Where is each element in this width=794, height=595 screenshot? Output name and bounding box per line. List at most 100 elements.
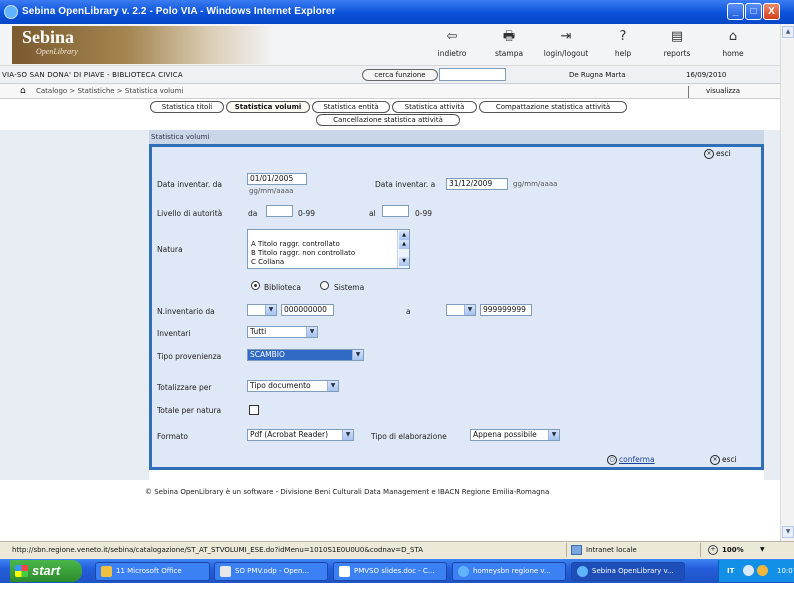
esci-top-button[interactable]: × esci <box>704 149 731 159</box>
divider <box>700 543 701 557</box>
close-button[interactable]: X <box>763 3 780 20</box>
radio-biblioteca[interactable] <box>251 281 260 290</box>
scroll-up-icon[interactable]: ▲ <box>399 240 409 249</box>
exit-icon: × <box>704 149 714 159</box>
totalizzare-select[interactable]: Tipo documento ▼ <box>247 380 339 392</box>
tipo-elaborazione-select[interactable]: Appena possibile ▼ <box>470 429 560 441</box>
footer-copyright: © Sebina OpenLibrary è un software - Div… <box>145 488 550 496</box>
status-url: http://sbn.regione.veneto.it/sebina/cata… <box>12 546 424 554</box>
tab-statistica-titoli[interactable]: Statistica titoli <box>150 101 224 113</box>
data-inv-da-hint: gg/mm/aaaa <box>249 187 294 195</box>
natura-scrollbar[interactable]: ▲ ▲ ▼ <box>397 230 409 268</box>
livello-a-label: al <box>369 209 376 218</box>
taskbar-item-impress[interactable]: SO PMV.odp - Open... <box>214 562 328 581</box>
intranet-icon <box>571 545 582 555</box>
formato-label: Formato <box>157 432 189 441</box>
maximize-button[interactable]: □ <box>745 3 762 20</box>
n-inventario-a-label: a <box>406 307 411 316</box>
livello-autorita-label: Livello di autorità <box>157 209 223 218</box>
zoom-level[interactable]: 100% <box>722 546 744 554</box>
chevron-down-icon: ▼ <box>342 430 353 440</box>
taskbar-item-browser-2[interactable]: Sebina OpenLibrary v... <box>571 562 685 581</box>
esci-bottom-button[interactable]: × esci <box>710 455 737 465</box>
document-icon <box>339 566 350 577</box>
scroll-down-icon[interactable]: ▼ <box>399 257 409 266</box>
taskbar-item-writer[interactable]: PMVSO slides.doc - C... <box>333 562 447 581</box>
tab-compattazione-statistica[interactable]: Compattazione statistica attività <box>479 101 627 113</box>
help-icon: ? <box>619 29 627 44</box>
livello-da-input[interactable] <box>266 205 293 217</box>
network-icon[interactable] <box>743 565 754 576</box>
taskbar-item-office[interactable]: 11 Microsoft Office <box>95 562 210 581</box>
system-tray: IT 10:07 <box>718 560 794 582</box>
natura-option[interactable]: C Collana <box>251 258 284 266</box>
search-function-button[interactable]: cerca funzione <box>362 69 438 81</box>
exit-icon: × <box>710 455 720 465</box>
home-icon[interactable]: ⌂ <box>20 86 31 96</box>
toolbar-home-button[interactable]: ⌂ home <box>703 29 763 59</box>
toolbar-print-button[interactable]: 🖶 stampa <box>479 29 539 59</box>
inventari-select[interactable]: Tutti ▼ <box>247 326 318 338</box>
right-side-column <box>764 130 780 480</box>
page-scrollbar[interactable]: ▲ ▼ <box>780 24 794 541</box>
natura-option[interactable]: B Titolo raggr. non controllato <box>251 249 355 257</box>
data-inv-a-hint: gg/mm/aaaa <box>513 180 558 188</box>
chevron-down-icon: ▼ <box>464 305 475 315</box>
natura-label: Natura <box>157 245 183 254</box>
serie-a-select[interactable]: ▼ <box>446 304 476 316</box>
taskbar-item-browser-1[interactable]: homeysbn regione v... <box>452 562 566 581</box>
tab-statistica-volumi[interactable]: Statistica volumi <box>226 101 310 113</box>
formato-select[interactable]: Pdf (Acrobat Reader) ▼ <box>247 429 354 441</box>
security-zone: Intranet locale <box>586 546 637 554</box>
serie-da-select[interactable]: ▼ <box>247 304 277 316</box>
window-title-bar[interactable]: Sebina OpenLibrary v. 2.2 - Polo VIA - W… <box>0 0 794 24</box>
zoom-icon[interactable]: + <box>708 545 718 555</box>
scroll-down-icon[interactable]: ▼ <box>782 526 794 538</box>
report-icon: ▤ <box>670 29 684 44</box>
data-inv-a-input[interactable]: 31/12/2009 <box>446 178 508 190</box>
n-inventario-a-input[interactable]: 999999999 <box>480 304 532 316</box>
scroll-up-icon[interactable]: ▲ <box>782 26 794 38</box>
tab-statistica-entita[interactable]: Statistica entità <box>312 101 390 113</box>
toolbar-help-button[interactable]: ? help <box>593 29 653 59</box>
update-icon[interactable] <box>757 565 768 576</box>
internet-explorer-icon <box>577 566 588 577</box>
tipo-provenienza-label: Tipo provenienza <box>157 352 222 361</box>
toolbar-login-button[interactable]: ⇥ login/logout <box>536 29 596 59</box>
chevron-down-icon: ▼ <box>548 430 559 440</box>
natura-listbox[interactable]: A Titolo raggr. controllato B Titolo rag… <box>247 229 410 269</box>
chevron-down-icon: ▼ <box>265 305 276 315</box>
login-icon: ⇥ <box>560 29 572 44</box>
internet-explorer-icon <box>458 566 469 577</box>
tab-statistica-attivita[interactable]: Statistica attività <box>392 101 477 113</box>
scroll-up-icon[interactable]: ▲ <box>399 231 409 240</box>
home-icon: ⌂ <box>728 29 738 44</box>
radio-sistema[interactable] <box>320 281 329 290</box>
office-icon <box>101 566 112 577</box>
chevron-down-icon[interactable]: ▼ <box>760 546 765 553</box>
breadcrumb[interactable]: Catalogo > Statistiche > Statistica volu… <box>36 87 183 95</box>
conferma-button[interactable]: ○ conferma <box>607 455 655 465</box>
totalizzare-label: Totalizzare per <box>157 383 212 392</box>
natura-option[interactable]: A Titolo raggr. controllato <box>251 240 340 248</box>
radio-sistema-label: Sistema <box>334 283 365 292</box>
toolbar-reports-button[interactable]: ▤ reports <box>647 29 707 59</box>
windows-logo-icon <box>15 565 28 577</box>
printer-icon: 🖶 <box>502 29 516 44</box>
tipo-provenienza-select[interactable]: SCAMBIO ▼ <box>247 349 364 361</box>
minimize-button[interactable]: _ <box>727 3 744 20</box>
totale-natura-checkbox[interactable] <box>249 405 259 415</box>
toolbar-back-button[interactable]: ⇦ indietro <box>422 30 482 59</box>
tab-cancellazione-statistica[interactable]: Cancellazione statistica attività <box>316 114 460 126</box>
livello-da-range: 0-99 <box>298 209 316 218</box>
radio-biblioteca-label: Biblioteca <box>264 283 302 292</box>
n-inventario-da-input[interactable]: 000000000 <box>281 304 334 316</box>
data-inv-a-label: Data inventar. a <box>375 180 436 189</box>
start-button[interactable]: start <box>10 560 82 582</box>
language-indicator[interactable]: IT <box>727 567 734 575</box>
livello-a-range: 0-99 <box>415 209 433 218</box>
visualizza-link[interactable]: visualizza <box>706 87 740 95</box>
data-inv-da-input[interactable]: 01/01/2005 <box>247 173 307 185</box>
search-function-input[interactable] <box>439 68 506 81</box>
livello-a-input[interactable] <box>382 205 409 217</box>
